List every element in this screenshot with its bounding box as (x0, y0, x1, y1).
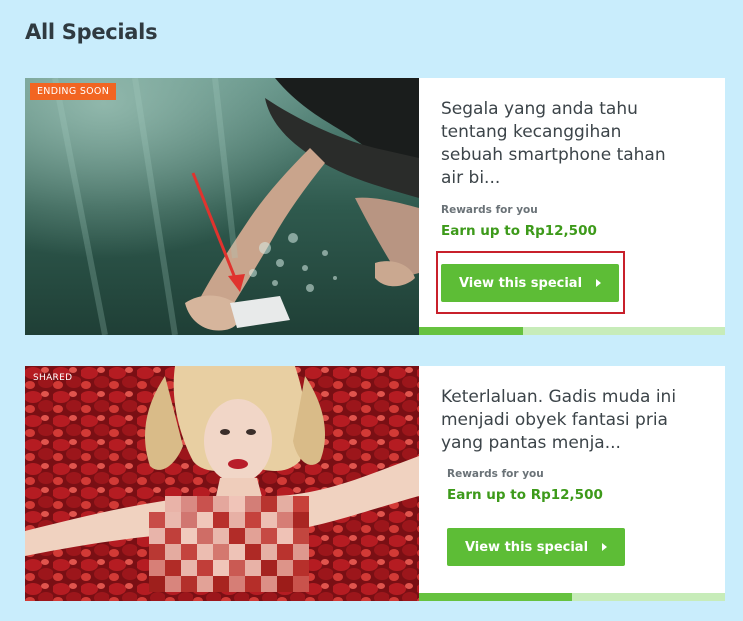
progress-fill (419, 593, 572, 601)
progress-bar (419, 593, 725, 601)
view-special-button[interactable]: View this special (447, 528, 625, 566)
ending-soon-badge: ENDING SOON (30, 83, 117, 100)
rewards-label: Rewards for you (447, 468, 544, 480)
rewards-label: Rewards for you (441, 204, 538, 216)
progress-bar (419, 327, 725, 335)
special-thumbnail[interactable]: SHARED (25, 366, 419, 601)
underwater-photo (25, 78, 419, 335)
progress-fill (419, 327, 524, 335)
caret-right-icon (602, 543, 608, 551)
special-info: Keterlaluan. Gadis muda ini menjadi obye… (419, 366, 725, 601)
rose-petals-photo (25, 366, 419, 601)
shared-badge: SHARED (33, 373, 73, 383)
rewards-value: Earn up to Rp12,500 (447, 487, 603, 503)
special-thumbnail[interactable]: ENDING SOON (25, 78, 419, 335)
special-headline[interactable]: Segala yang anda tahu tentang kecanggiha… (441, 98, 686, 190)
page-title: All Specials (25, 20, 158, 44)
rewards-value: Earn up to Rp12,500 (441, 223, 597, 239)
highlight-annotation (436, 251, 625, 314)
special-headline[interactable]: Keterlaluan. Gadis muda ini menjadi obye… (441, 386, 711, 455)
special-card[interactable]: SHARED Keterlaluan. Gadis muda ini menja… (25, 366, 725, 601)
button-label: View this special (464, 539, 589, 555)
